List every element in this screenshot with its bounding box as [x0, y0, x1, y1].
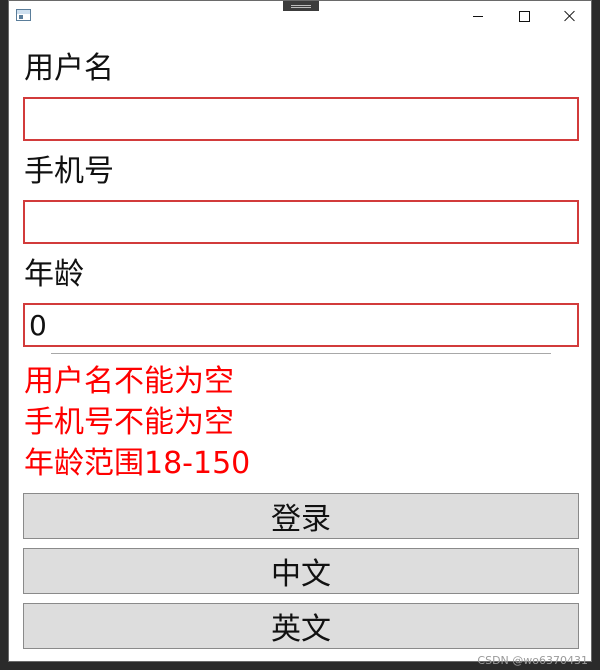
app-window: 用户名 手机号 年龄 用户名不能为空 手机号不能为空 年龄范围18-150 登录…: [8, 0, 592, 662]
phone-label: 手机号: [24, 154, 114, 189]
watermark: CSDN @wo6370431: [477, 654, 588, 667]
phone-input[interactable]: [23, 200, 579, 244]
close-icon: [564, 10, 576, 22]
login-button[interactable]: 登录: [23, 493, 579, 539]
english-language-button[interactable]: 英文: [23, 603, 579, 649]
username-label: 用户名: [24, 51, 114, 86]
minimize-button[interactable]: [455, 1, 501, 31]
maximize-icon: [518, 10, 530, 22]
separator: [51, 353, 551, 354]
close-button[interactable]: [547, 1, 591, 31]
username-error-message: 用户名不能为空: [24, 364, 234, 399]
maximize-button[interactable]: [501, 1, 547, 31]
age-error-message: 年龄范围18-150: [24, 446, 251, 481]
app-window-icon: [16, 9, 31, 21]
age-label: 年龄: [24, 257, 84, 292]
username-input[interactable]: [23, 97, 579, 141]
title-bar[interactable]: [9, 1, 591, 31]
age-input[interactable]: [23, 303, 579, 347]
chinese-language-button[interactable]: 中文: [23, 548, 579, 594]
drag-handle[interactable]: [283, 1, 319, 11]
phone-error-message: 手机号不能为空: [24, 405, 234, 440]
minimize-icon: [473, 15, 483, 17]
